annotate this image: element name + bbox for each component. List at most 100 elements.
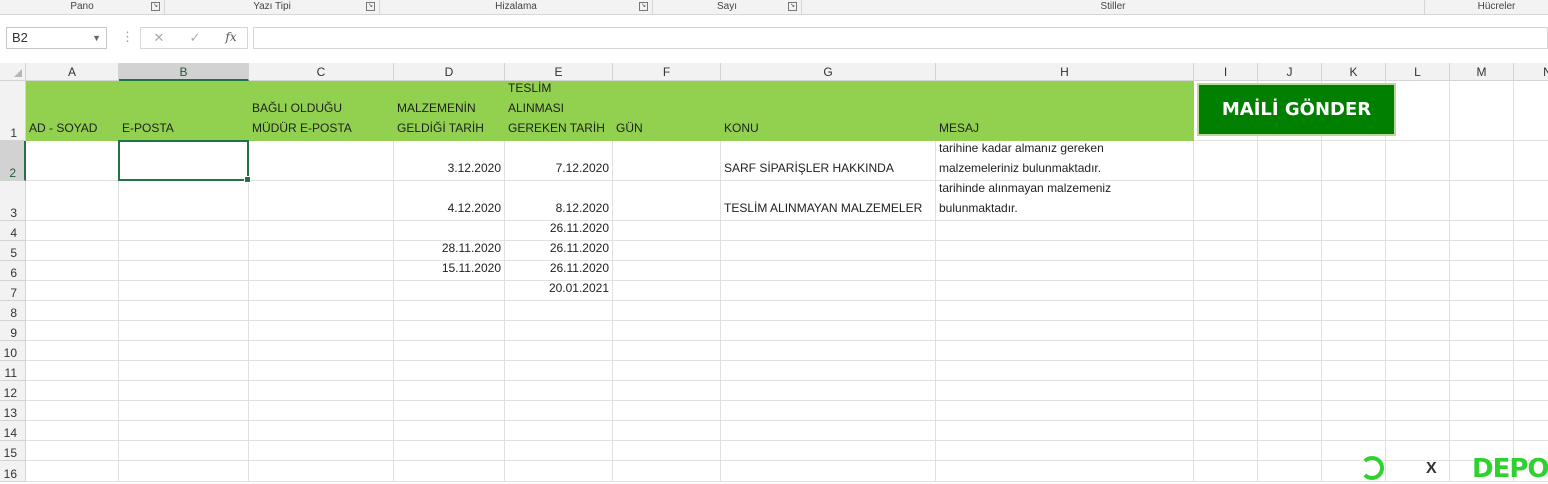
- cell-a12[interactable]: [26, 381, 119, 401]
- cell-f11[interactable]: [613, 361, 721, 381]
- cell-e8[interactable]: [505, 301, 613, 321]
- cell-g13[interactable]: [721, 401, 936, 421]
- cell-j9[interactable]: [1258, 321, 1322, 341]
- name-box[interactable]: B2 ▼: [6, 27, 107, 49]
- cell-f3[interactable]: [613, 181, 721, 221]
- cell-g15[interactable]: [721, 441, 936, 461]
- cell-d14[interactable]: [394, 421, 505, 441]
- cell-d12[interactable]: [394, 381, 505, 401]
- cell-j13[interactable]: [1258, 401, 1322, 421]
- row-header-14[interactable]: 14: [0, 421, 26, 441]
- cell-d8[interactable]: [394, 301, 505, 321]
- cell-e14[interactable]: [505, 421, 613, 441]
- cell-j7[interactable]: [1258, 281, 1322, 301]
- cell-i9[interactable]: [1194, 321, 1258, 341]
- cell-h12[interactable]: [936, 381, 1194, 401]
- cell-m9[interactable]: [1450, 321, 1514, 341]
- cell-m12[interactable]: [1450, 381, 1514, 401]
- dialog-launcher-icon[interactable]: ↘: [366, 2, 375, 11]
- cell-a4[interactable]: [26, 221, 119, 241]
- insert-function-icon[interactable]: fx: [221, 30, 241, 44]
- cell-c14[interactable]: [249, 421, 394, 441]
- cell-h7[interactable]: [936, 281, 1194, 301]
- cell-g9[interactable]: [721, 321, 936, 341]
- cell-e5[interactable]: 26.11.2020: [505, 241, 613, 261]
- cell-m14[interactable]: [1450, 421, 1514, 441]
- cell-n10[interactable]: [1514, 341, 1548, 361]
- cell-g5[interactable]: [721, 241, 936, 261]
- row-header-7[interactable]: 7: [0, 281, 26, 301]
- more-options-icon[interactable]: ⋮: [121, 29, 134, 45]
- cell-j12[interactable]: [1258, 381, 1322, 401]
- cell-c8[interactable]: [249, 301, 394, 321]
- cell-n6[interactable]: [1514, 261, 1548, 281]
- cell-j3[interactable]: [1258, 181, 1322, 221]
- column-header-f[interactable]: F: [613, 63, 721, 81]
- cell-h5[interactable]: [936, 241, 1194, 261]
- cell-i7[interactable]: [1194, 281, 1258, 301]
- cell-d6[interactable]: 15.11.2020: [394, 261, 505, 281]
- cell-e15[interactable]: [505, 441, 613, 461]
- cell-a5[interactable]: [26, 241, 119, 261]
- cell-h2[interactable]: tarihine kadar almanız gereken malzemele…: [936, 141, 1194, 181]
- cell-b4[interactable]: [119, 221, 249, 241]
- cell-a10[interactable]: [26, 341, 119, 361]
- chevron-down-icon[interactable]: ▼: [92, 28, 101, 48]
- fill-handle[interactable]: [244, 176, 251, 183]
- cell-i14[interactable]: [1194, 421, 1258, 441]
- cell-f14[interactable]: [613, 421, 721, 441]
- cell-c16[interactable]: [249, 461, 394, 482]
- cell-a11[interactable]: [26, 361, 119, 381]
- cell-g8[interactable]: [721, 301, 936, 321]
- cell-m6[interactable]: [1450, 261, 1514, 281]
- cell-m5[interactable]: [1450, 241, 1514, 261]
- cell-c9[interactable]: [249, 321, 394, 341]
- cell-k7[interactable]: [1322, 281, 1386, 301]
- cell-n5[interactable]: [1514, 241, 1548, 261]
- cancel-icon[interactable]: ✕: [149, 30, 169, 46]
- cell-b6[interactable]: [119, 261, 249, 281]
- cell-f1[interactable]: GÜN: [613, 81, 721, 141]
- cell-b14[interactable]: [119, 421, 249, 441]
- column-header-g[interactable]: G: [721, 63, 936, 81]
- dialog-launcher-icon[interactable]: ↘: [639, 2, 648, 11]
- cell-g16[interactable]: [721, 461, 936, 482]
- cell-b10[interactable]: [119, 341, 249, 361]
- cell-h14[interactable]: [936, 421, 1194, 441]
- cell-i12[interactable]: [1194, 381, 1258, 401]
- cell-b9[interactable]: [119, 321, 249, 341]
- cell-a1[interactable]: AD - SOYAD: [26, 81, 119, 141]
- row-header-11[interactable]: 11: [0, 361, 26, 381]
- cell-k2[interactable]: [1322, 141, 1386, 181]
- cell-g10[interactable]: [721, 341, 936, 361]
- cell-d5[interactable]: 28.11.2020: [394, 241, 505, 261]
- cell-d15[interactable]: [394, 441, 505, 461]
- cell-m4[interactable]: [1450, 221, 1514, 241]
- cell-d10[interactable]: [394, 341, 505, 361]
- row-header-10[interactable]: 10: [0, 341, 26, 361]
- cell-m10[interactable]: [1450, 341, 1514, 361]
- column-header-e[interactable]: E: [505, 63, 613, 81]
- cell-b5[interactable]: [119, 241, 249, 261]
- cell-h3[interactable]: tarihinde alınmayan malzemeniz bulunmakt…: [936, 181, 1194, 221]
- cell-g11[interactable]: [721, 361, 936, 381]
- cell-c7[interactable]: [249, 281, 394, 301]
- cell-h8[interactable]: [936, 301, 1194, 321]
- cell-b3[interactable]: [119, 181, 249, 221]
- cell-c13[interactable]: [249, 401, 394, 421]
- cell-f9[interactable]: [613, 321, 721, 341]
- column-header-b[interactable]: B: [119, 63, 249, 81]
- column-header-c[interactable]: C: [249, 63, 394, 81]
- cell-c12[interactable]: [249, 381, 394, 401]
- cell-l10[interactable]: [1386, 341, 1450, 361]
- cell-i6[interactable]: [1194, 261, 1258, 281]
- cell-c1[interactable]: BAĞLI OLDUĞU MÜDÜR E-POSTA: [249, 81, 394, 141]
- cell-b1[interactable]: E-POSTA: [119, 81, 249, 141]
- cell-k9[interactable]: [1322, 321, 1386, 341]
- row-header-2[interactable]: 2: [0, 141, 26, 181]
- cell-d13[interactable]: [394, 401, 505, 421]
- column-header-a[interactable]: A: [26, 63, 119, 81]
- enter-icon[interactable]: ✓: [185, 30, 205, 46]
- cell-n14[interactable]: [1514, 421, 1548, 441]
- cell-g12[interactable]: [721, 381, 936, 401]
